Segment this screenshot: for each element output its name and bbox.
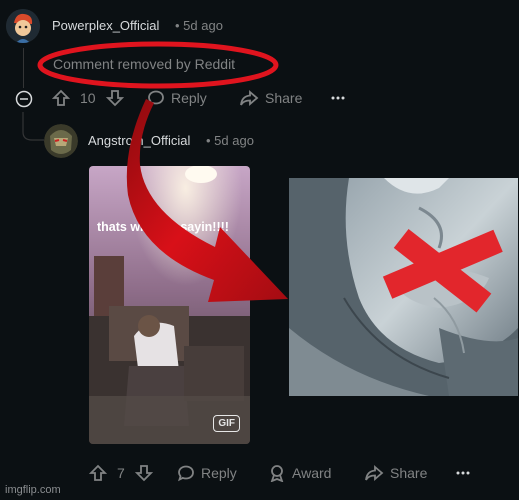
silenced-statue-image bbox=[289, 178, 518, 396]
award-icon bbox=[270, 465, 284, 482]
imgflip-watermark: imgflip.com bbox=[5, 484, 61, 496]
more-icon bbox=[456, 471, 470, 475]
thread-line[interactable] bbox=[23, 48, 24, 88]
comment-icon bbox=[178, 465, 194, 482]
reply-thread-connector bbox=[22, 112, 44, 141]
reply-label: Reply bbox=[201, 465, 237, 481]
avatar[interactable] bbox=[44, 124, 78, 158]
reddit-thread-screenshot: Powerplex_Official • 5d ago Comment remo… bbox=[0, 0, 519, 500]
avatar[interactable] bbox=[6, 9, 40, 43]
downvote-icon[interactable] bbox=[134, 464, 153, 482]
more-icon bbox=[331, 96, 345, 100]
award-label: Award bbox=[292, 465, 332, 481]
award-button[interactable]: Award bbox=[268, 464, 331, 482]
avatar-snoo-icon bbox=[6, 9, 40, 43]
share-icon bbox=[365, 465, 384, 481]
upvote-icon[interactable] bbox=[89, 464, 107, 482]
vote-count: 7 bbox=[117, 465, 125, 481]
collapse-thread-button[interactable] bbox=[15, 90, 33, 113]
comment-timestamp: • 5d ago bbox=[175, 18, 223, 33]
red-circle-annotation bbox=[37, 41, 279, 89]
upvote-icon[interactable] bbox=[52, 89, 70, 107]
red-arrow-annotation bbox=[126, 99, 288, 302]
collapse-icon bbox=[15, 90, 33, 108]
avatar-character-icon bbox=[44, 124, 78, 158]
reply-vote-controls: 7 bbox=[89, 464, 153, 482]
comment-author[interactable]: Powerplex_Official bbox=[52, 18, 159, 33]
more-options-button[interactable] bbox=[330, 90, 346, 111]
red-tape-x bbox=[382, 228, 503, 313]
reply-reply-button[interactable]: Reply bbox=[177, 464, 237, 482]
share-label: Share bbox=[390, 465, 428, 481]
reply-share-button[interactable]: Share bbox=[364, 464, 427, 482]
vote-count: 10 bbox=[80, 90, 96, 106]
gif-badge: GIF bbox=[213, 415, 240, 432]
reply-more-options-button[interactable] bbox=[455, 465, 471, 486]
